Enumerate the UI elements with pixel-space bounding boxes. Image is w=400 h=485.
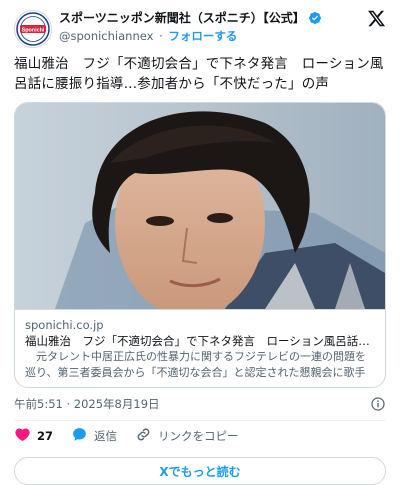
timestamp-row: 午前5:51 · 2025年8月19日 xyxy=(14,396,386,412)
like-count: 27 xyxy=(37,429,54,443)
name-row: スポーツニッポン新聞社（スポニチ）【公式】 xyxy=(59,10,386,26)
link-card[interactable]: sponichi.co.jp 福山雅治 フジ「不適切会合」で下ネタ発言 ローショ… xyxy=(14,102,386,388)
card-photo xyxy=(15,103,385,309)
reply-label: 返信 xyxy=(94,429,118,443)
avatar[interactable]: Sponichi xyxy=(14,10,52,48)
action-bar: 27 返信 リンクをコピー xyxy=(14,421,386,451)
handle-row: @sponichiannex · フォローする xyxy=(59,28,386,44)
verified-badge-icon xyxy=(308,11,322,25)
copy-link-label: リンクをコピー xyxy=(158,429,239,443)
tweet-text: 福山雅治 フジ「不適切会合」で下ネタ発言 ローション風呂話に腰振り指導…参加者か… xyxy=(14,56,384,92)
tweet-embed: Sponichi スポーツニッポン新聞社（スポニチ）【公式】 @sponichi… xyxy=(0,0,400,485)
timestamp[interactable]: 午前5:51 · 2025年8月19日 xyxy=(14,396,160,412)
info-icon[interactable] xyxy=(370,396,386,412)
card-body: sponichi.co.jp 福山雅治 フジ「不適切会合」で下ネタ発言 ローショ… xyxy=(15,309,385,387)
read-more-on-x-button[interactable]: Xでもっと読む xyxy=(14,457,386,485)
reply-bubble-icon xyxy=(71,426,88,446)
account-meta: スポーツニッポン新聞社（スポニチ）【公式】 @sponichiannex · フ… xyxy=(59,10,386,44)
like-button[interactable]: 27 xyxy=(14,426,53,446)
sponichi-logo-icon: Sponichi xyxy=(16,12,50,46)
link-icon xyxy=(135,426,152,446)
follow-button[interactable]: フォローする xyxy=(168,29,237,43)
card-title: 福山雅治 フジ「不適切会合」で下ネタ発言 ローション風呂話に腰... xyxy=(25,334,375,348)
card-description: 元タレント中居正広氏の性暴力に関するフジテレビの一連の問題を巡り、第三者委員会か… xyxy=(25,350,366,379)
tweet-header: Sponichi スポーツニッポン新聞社（スポニチ）【公式】 @sponichi… xyxy=(14,10,386,54)
display-name[interactable]: スポーツニッポン新聞社（スポニチ）【公式】 xyxy=(59,10,305,26)
handle-separator: · xyxy=(159,29,163,43)
reply-button[interactable]: 返信 xyxy=(71,426,117,446)
heart-icon xyxy=(14,426,31,446)
account-handle[interactable]: @sponichiannex xyxy=(59,29,153,43)
x-logo-icon[interactable] xyxy=(367,9,386,32)
card-domain: sponichi.co.jp xyxy=(25,318,104,332)
avatar-logo-text: Sponichi xyxy=(22,27,45,33)
copy-link-button[interactable]: リンクをコピー xyxy=(135,426,239,446)
